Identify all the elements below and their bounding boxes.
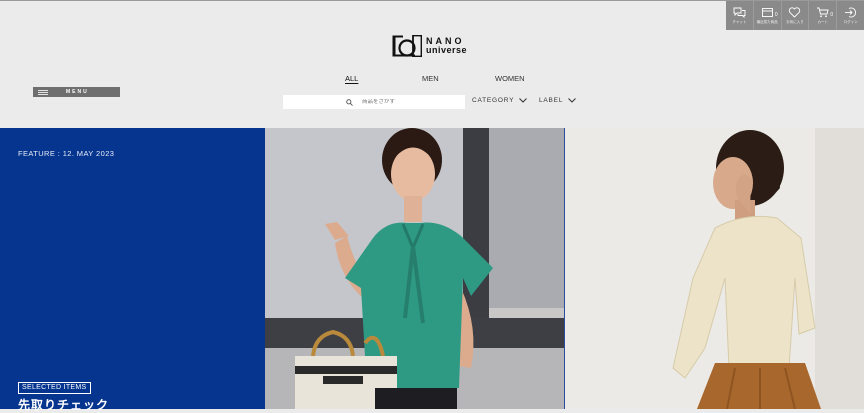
cart-button[interactable]: 0 カート: [808, 1, 836, 30]
hero-photo-cream-cardigan[interactable]: [565, 128, 864, 409]
chat-icon: [733, 7, 746, 18]
category-label: CATEGORY: [472, 97, 515, 104]
cart-count: 0: [830, 12, 834, 18]
brand-line-2: universe: [426, 45, 468, 55]
label-dropdown-label: LABEL: [539, 97, 564, 104]
category-dropdown[interactable]: CATEGORY: [472, 97, 528, 104]
login-icon: [845, 7, 857, 17]
search-input[interactable]: [362, 99, 452, 105]
search-box: [283, 95, 465, 109]
browsing-history-button[interactable]: 0 最近見た商品: [752, 1, 781, 30]
brand-logo[interactable]: NANO universe: [392, 34, 472, 58]
brand-logo-mark: [392, 35, 422, 57]
search-icon[interactable]: [346, 98, 353, 106]
tab-women[interactable]: WOMEN: [495, 74, 525, 83]
favorites-button[interactable]: お気に入り: [780, 1, 809, 30]
chevron-down-icon: [568, 98, 577, 103]
history-count: 0: [774, 12, 778, 18]
history-label: 最近見た商品: [756, 19, 778, 24]
tab-all[interactable]: ALL: [345, 74, 358, 83]
cart-icon: [817, 7, 829, 17]
utility-bar: チャット 0 最近見た商品 お気に入り 0 カート ログイン: [726, 1, 864, 30]
chevron-down-icon: [519, 98, 528, 103]
hero-banner: FEATURE : 12. MAY 2023 SELECTED ITEMS 先取…: [0, 128, 864, 412]
login-label: ログイン: [843, 19, 858, 24]
favorites-label: お気に入り: [786, 19, 804, 24]
chat-button[interactable]: チャット: [726, 1, 753, 30]
feature-date: FEATURE : 12. MAY 2023: [18, 149, 115, 158]
menu-label: MENU: [66, 89, 89, 95]
menu-button[interactable]: MENU: [33, 87, 120, 97]
cart-label: カート: [817, 19, 829, 24]
hamburger-icon: [38, 89, 48, 95]
tab-men[interactable]: MEN: [422, 74, 439, 83]
label-dropdown[interactable]: LABEL: [539, 97, 577, 104]
model-photo-green-blouse: [265, 128, 564, 409]
heart-icon: [789, 6, 801, 18]
selected-items-badge: SELECTED ITEMS: [18, 382, 91, 394]
hero-photo-green-blouse[interactable]: [265, 128, 564, 409]
feature-panel[interactable]: FEATURE : 12. MAY 2023 SELECTED ITEMS 先取…: [0, 128, 265, 412]
model-photo-cream-cardigan: [565, 128, 864, 409]
chat-label: チャット: [732, 19, 747, 24]
browsing-history-icon: [761, 7, 773, 17]
feature-title: 先取りチェック: [18, 398, 110, 412]
brand-wordmark: NANO universe: [426, 37, 467, 55]
login-button[interactable]: ログイン: [836, 1, 864, 30]
